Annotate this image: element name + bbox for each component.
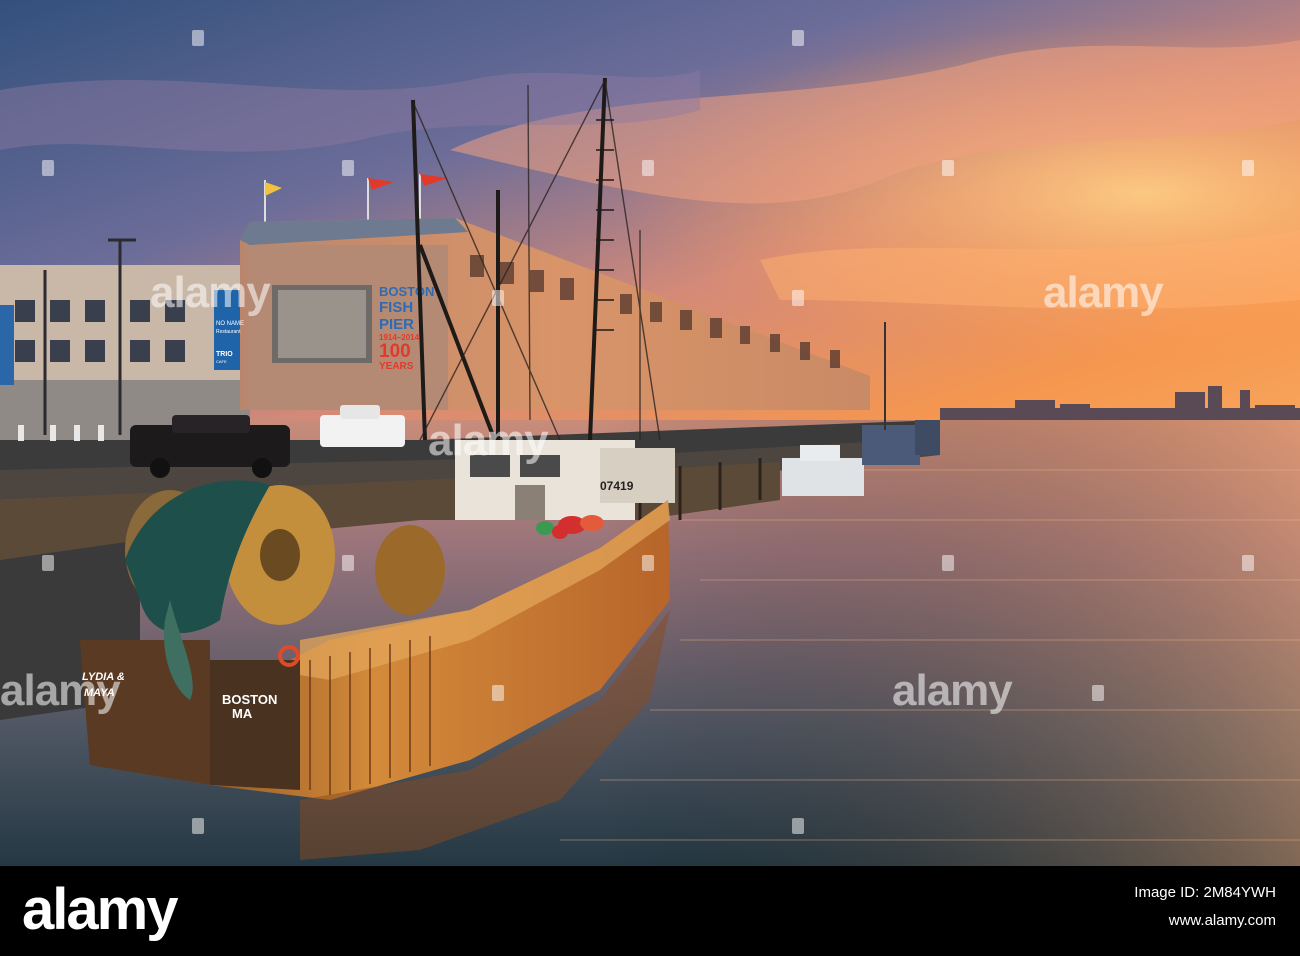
banner-line5: YEARS [379,361,414,372]
watermark-mark [492,290,504,306]
watermark-mark [192,818,204,834]
watermark-mark [642,555,654,571]
watermark-mark [942,555,954,571]
photo: BOSTON FISH PIER 1914–2014 100 YEARS NO … [0,0,1300,866]
watermark: alamy [428,416,549,465]
watermark: alamy [0,666,121,715]
image-id: Image ID: 2M84YWH [1134,884,1276,901]
watermark-mark [492,685,504,701]
hull-number: 07419 [600,479,634,493]
watermark-mark [792,30,804,46]
banner-line3: PIER [379,316,414,333]
sign-line1: NO NAME [216,321,244,327]
banner-line1: BOSTON [379,284,434,299]
footer-url[interactable]: www.alamy.com [1169,912,1276,929]
banner-line2: FISH [379,299,413,316]
watermark-mark [792,290,804,306]
watermark-mark [642,160,654,176]
watermark-mark [342,160,354,176]
footer-logo[interactable]: alamy [22,876,178,943]
watermark-mark [1242,160,1254,176]
watermark-mark [792,818,804,834]
watermark: alamy [892,666,1013,715]
watermark-mark [342,555,354,571]
watermark-mark [42,160,54,176]
harbor-scene: BOSTON FISH PIER 1914–2014 100 YEARS NO … [0,0,1300,866]
watermark-mark [1242,555,1254,571]
port-line2: MA [232,706,253,721]
sign-line4: CAFE [216,359,227,364]
watermark-mark [42,555,54,571]
footer-bar: alamy Image ID: 2M84YWH www.alamy.com [0,866,1300,956]
banner-line4: 100 [379,341,411,362]
watermark-mark [942,160,954,176]
watermark-mark [192,30,204,46]
port-line1: BOSTON [222,692,277,707]
sign-line3: TRIO [216,351,233,358]
watermark-mark [1092,685,1104,701]
sign-line2: Restaurant [216,329,241,335]
watermark: alamy [150,268,271,317]
watermark: alamy [1043,268,1164,317]
